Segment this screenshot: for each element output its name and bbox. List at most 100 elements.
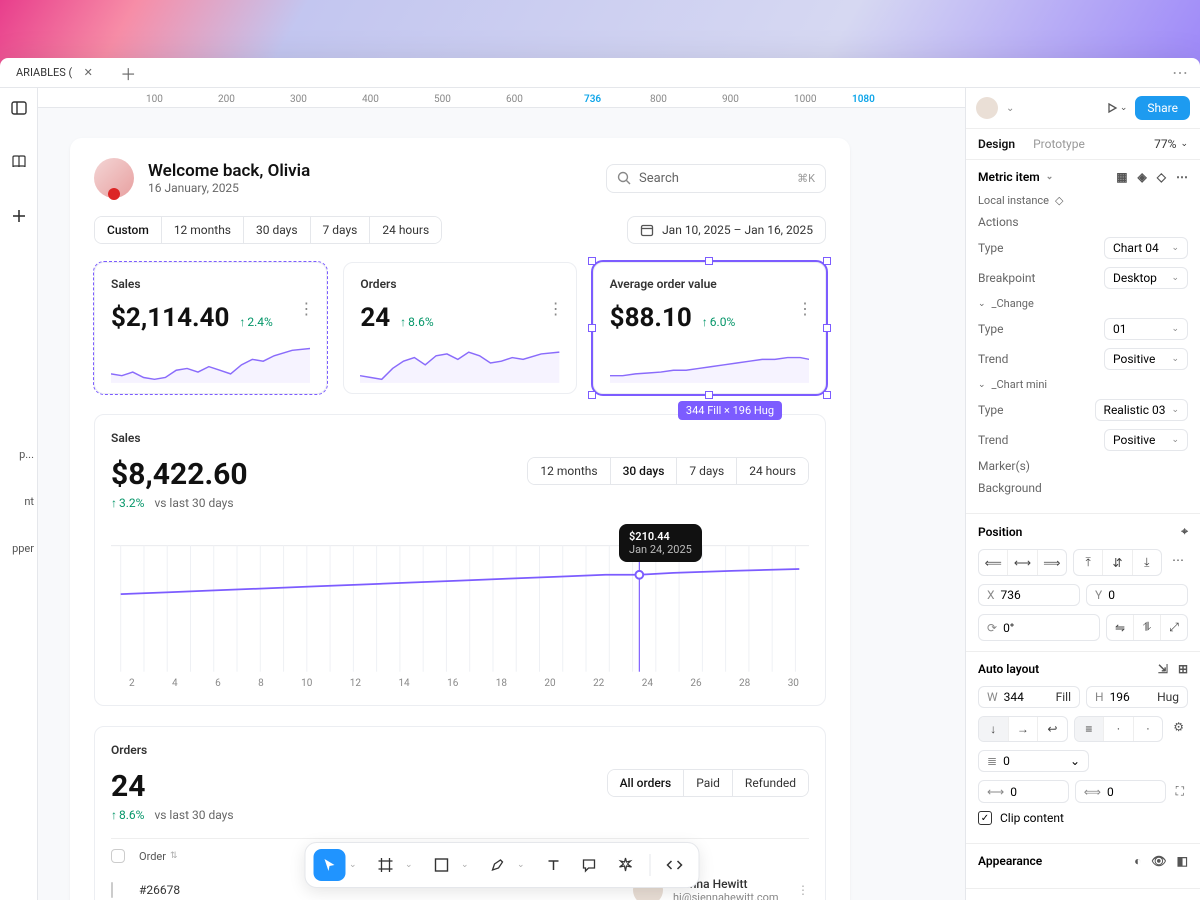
type-dropdown[interactable]: Chart 04⌄ <box>1104 237 1188 259</box>
col-order[interactable]: Order <box>139 850 166 863</box>
align-horizontal[interactable]: ⟸⟷⟹ <box>978 549 1067 576</box>
expand-icon[interactable]: ⛶ <box>1172 780 1188 803</box>
chart-tab-24h[interactable]: 24 hours <box>737 458 808 484</box>
chart-tab-30d[interactable]: 30 days <box>611 458 678 484</box>
change-type-dropdown[interactable]: 01⌄ <box>1104 318 1188 340</box>
plus-icon[interactable] <box>7 204 31 228</box>
more-icon[interactable]: ⋮ <box>548 299 564 318</box>
close-icon[interactable]: ✕ <box>80 65 96 81</box>
height-field[interactable]: H196Hug <box>1086 686 1188 708</box>
metric-card-orders[interactable]: Orders ⋮ 24 ↑ 8.6% <box>343 262 576 394</box>
actions-tool-icon[interactable] <box>609 849 641 881</box>
padding-h-field[interactable]: ⟷0 <box>978 780 1069 803</box>
share-button[interactable]: Share <box>1135 96 1190 120</box>
orders-tab-all[interactable]: All orders <box>608 770 685 796</box>
range-30d[interactable]: 30 days <box>244 217 311 243</box>
padding-v-field[interactable]: ⟺0 <box>1075 780 1166 803</box>
eye-icon[interactable]: 👁 <box>1151 854 1166 868</box>
x-field[interactable]: X736 <box>978 584 1080 606</box>
chevron-down-icon[interactable]: ⌄ <box>517 860 527 870</box>
flip-controls[interactable]: ⇋⥮⤢ <box>1106 614 1188 641</box>
present-button[interactable]: ⌄ <box>1106 102 1128 114</box>
rectangle-tool-icon[interactable] <box>425 849 457 881</box>
settings-icon[interactable]: ⚙ <box>1169 716 1188 742</box>
component-icon[interactable]: ◈ <box>1138 170 1147 184</box>
cm-trend-dropdown[interactable]: Positive⌄ <box>1104 429 1188 451</box>
direction-controls[interactable]: ↓→↩ <box>978 716 1068 742</box>
tab-variables[interactable]: ARIABLES ( ✕ <box>8 61 104 85</box>
more-icon[interactable]: ⋯ <box>1168 549 1188 576</box>
chart-tab-7d[interactable]: 7 days <box>677 458 737 484</box>
autolayout-icon[interactable]: ⇲ <box>1158 662 1168 676</box>
metric-card-sales[interactable]: Sales ⋮ $2,114.40 ↑ 2.4% <box>94 262 327 394</box>
layer-name[interactable]: Metric item <box>978 170 1040 184</box>
orders-tab-paid[interactable]: Paid <box>684 770 733 796</box>
avatar[interactable] <box>976 97 998 119</box>
window-menu-icon[interactable]: ⋯ <box>1168 59 1192 86</box>
align-icon[interactable]: ⌖ <box>1181 524 1188 539</box>
zoom-control[interactable]: 77% ⌄ <box>1154 137 1188 151</box>
chevron-down-icon[interactable]: ⌄ <box>1046 172 1054 182</box>
orders-tab-refunded[interactable]: Refunded <box>733 770 808 796</box>
search-input[interactable]: Search ⌘K <box>606 164 826 193</box>
canvas[interactable]: Welcome back, Olivia 16 January, 2025 Se… <box>38 108 965 900</box>
tab-design[interactable]: Design <box>978 137 1015 151</box>
add-tab-button[interactable]: ＋ <box>116 61 140 85</box>
dev-mode-icon[interactable] <box>658 849 690 881</box>
alignment-grid[interactable]: ≡·· <box>1074 716 1164 742</box>
panel-title: Orders <box>111 743 809 757</box>
search-icon <box>617 171 631 185</box>
visibility-icon[interactable]: ◐ <box>1134 854 1141 868</box>
date-range-picker[interactable]: Jan 10, 2025 – Jan 16, 2025 <box>627 216 826 244</box>
rotation-field[interactable]: ⟳0° <box>978 614 1100 641</box>
search-placeholder: Search <box>639 171 679 186</box>
cm-type-dropdown[interactable]: Realistic 03⌄ <box>1095 399 1188 421</box>
range-7d[interactable]: 7 days <box>311 217 371 243</box>
book-icon[interactable] <box>7 150 31 174</box>
range-12m[interactable]: 12 months <box>162 217 244 243</box>
comment-tool-icon[interactable] <box>573 849 605 881</box>
chevron-down-icon[interactable]: ⌄ <box>1006 103 1014 114</box>
more-icon[interactable]: ⋮ <box>797 883 809 897</box>
left-label: nt <box>0 495 34 508</box>
section-change[interactable]: _Change <box>992 297 1034 310</box>
text-tool-icon[interactable] <box>537 849 569 881</box>
move-tool-icon[interactable] <box>313 849 345 881</box>
chevron-down-icon[interactable]: ⌄ <box>405 860 415 870</box>
compare-label: vs last 30 days <box>154 496 233 510</box>
ruler-horizontal: 10020030040050060073680090010001080 <box>38 88 965 108</box>
pen-tool-icon[interactable] <box>481 849 513 881</box>
chevron-down-icon[interactable]: ⌄ <box>349 860 359 870</box>
grid-icon[interactable]: ▦ <box>1116 170 1127 184</box>
align-vertical[interactable]: ⤒⇵⤓ <box>1073 549 1162 576</box>
more-icon[interactable]: ⋮ <box>298 299 314 318</box>
left-label: p... <box>0 448 34 461</box>
dashboard-frame: Welcome back, Olivia 16 January, 2025 Se… <box>70 138 850 900</box>
actions-label: Actions <box>978 215 1019 229</box>
width-field[interactable]: W344Fill <box>978 686 1080 708</box>
clip-checkbox[interactable]: ✓ <box>978 811 992 825</box>
panel-icon[interactable] <box>7 96 31 120</box>
instance-icon[interactable]: ◇ <box>1157 170 1166 184</box>
breakpoint-dropdown[interactable]: Desktop⌄ <box>1104 267 1188 289</box>
checkbox[interactable] <box>111 849 125 863</box>
range-24h[interactable]: 24 hours <box>370 217 441 243</box>
tab-prototype[interactable]: Prototype <box>1033 137 1085 151</box>
local-instance-label: Local instance <box>978 194 1049 207</box>
section-chartmini[interactable]: _Chart mini <box>992 378 1048 391</box>
autolayout-settings-icon[interactable]: ⊞ <box>1178 662 1188 676</box>
left-toolbar: p... nt pper <box>0 88 38 900</box>
change-trend-dropdown[interactable]: Positive⌄ <box>1104 348 1188 370</box>
gap-field[interactable]: ≣0⌄ <box>978 750 1089 772</box>
metric-card-aov[interactable]: Average order value ⋮ $88.10 ↑ 6.0% <box>593 262 826 394</box>
range-segment: Custom 12 months 30 days 7 days 24 hours <box>94 216 442 244</box>
more-icon[interactable]: ⋯ <box>1176 170 1188 184</box>
chevron-down-icon[interactable]: ⌄ <box>461 860 471 870</box>
orders-filter-segment: All orders Paid Refunded <box>607 769 809 797</box>
checkbox[interactable] <box>111 882 113 898</box>
opacity-icon[interactable]: ◧ <box>1177 854 1188 868</box>
chart-tab-12m[interactable]: 12 months <box>528 458 610 484</box>
frame-tool-icon[interactable] <box>369 849 401 881</box>
range-custom[interactable]: Custom <box>95 217 162 243</box>
y-field[interactable]: Y0 <box>1086 584 1188 606</box>
